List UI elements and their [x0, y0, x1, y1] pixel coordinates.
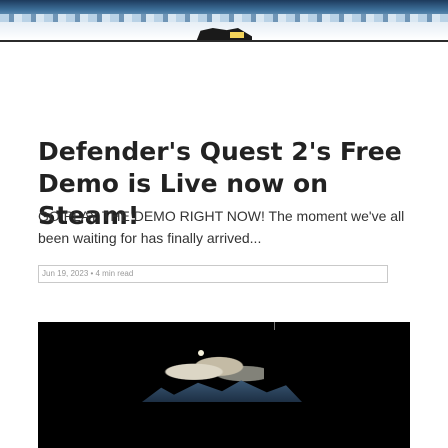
article-meta: Jun 19, 2023 • 4 min read [38, 265, 388, 283]
hero-image[interactable] [0, 0, 448, 62]
hero-sky-band [0, 0, 448, 22]
hero-horizon-line [0, 40, 448, 42]
thumbnail-spark [198, 350, 204, 356]
article-thumbnail[interactable] [38, 322, 410, 448]
article-excerpt: GO PLAY THE DEMO RIGHT NOW! The moment w… [38, 208, 405, 246]
thumbnail-marker [274, 322, 275, 330]
thumbnail-smoke [164, 352, 264, 388]
